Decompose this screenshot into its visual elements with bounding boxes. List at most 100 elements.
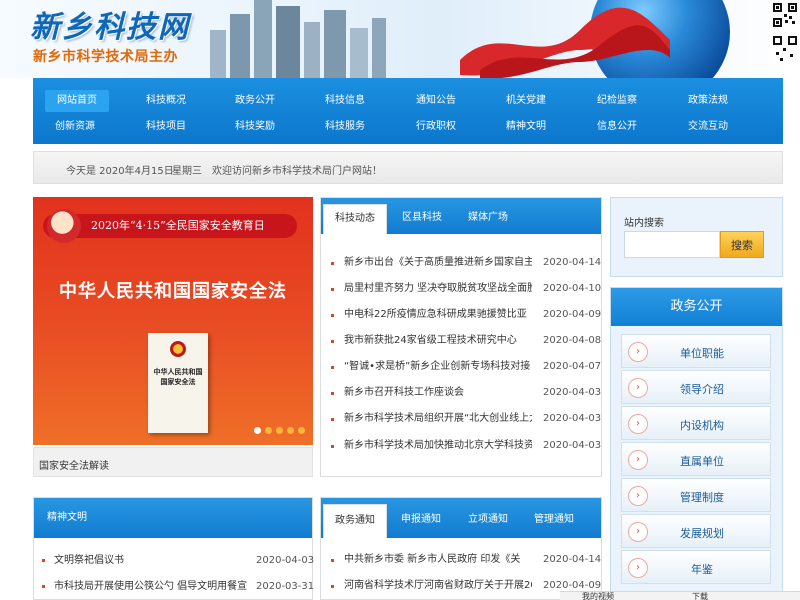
slide-dot[interactable] — [276, 427, 283, 434]
nav-item-policy[interactable]: 政策法规 — [676, 90, 740, 112]
bullet-icon — [331, 365, 334, 369]
slide-dot[interactable] — [265, 427, 272, 434]
nav-item-services[interactable]: 科技服务 — [313, 116, 377, 138]
list-item[interactable]: 局里村里齐努力 坚决夺取脱贫攻坚战全面胜 2020-04-10 — [331, 282, 601, 296]
slide-title: 中华人民共和国国家安全法 — [59, 281, 287, 302]
bullet-icon — [331, 313, 334, 317]
site-search-box: 站内搜索 搜索 — [610, 197, 783, 277]
tab-gov-notice[interactable]: 政务通知 — [323, 504, 387, 538]
list-item[interactable]: “智诚•求是桥”新乡企业创新专场科技对接 2020-04-07 — [331, 360, 601, 374]
gov-menu-item[interactable]: › 年鉴 — [621, 550, 771, 584]
current-date: 今天是 2020年4月15日 — [66, 166, 174, 177]
header-banner: 新乡科技网 新乡市科学技术局主办 — [0, 0, 800, 78]
qr-code-image — [770, 0, 800, 74]
chevron-right-icon: › — [628, 414, 648, 434]
featured-slide[interactable]: 2020年“4·15”全民国家安全教育日 中华人民共和国国家安全法 中华人民共和… — [33, 197, 313, 445]
list-item[interactable]: 新乡市科学技术局组织开展“北大创业线上大 2020-04-03 — [331, 412, 601, 426]
nav-item-awards[interactable]: 科技奖励 — [223, 116, 287, 138]
gov-menu-item[interactable]: › 单位职能 — [621, 334, 771, 368]
chevron-right-icon: › — [628, 558, 648, 578]
site-subtitle: 新乡市科学技术局主办 — [33, 49, 178, 65]
mascot-image — [47, 209, 81, 243]
city-skyline-image — [210, 0, 386, 78]
bullet-icon — [331, 391, 334, 395]
search-input[interactable] — [624, 231, 720, 258]
list-item[interactable]: 河南省科学技术厅河南省财政厅关于开展20 2020-04-09 — [331, 579, 601, 593]
nav-item-admin-power[interactable]: 行政职权 — [404, 116, 468, 138]
tab-media[interactable]: 媒体广场 — [457, 204, 519, 234]
gov-affairs-menu-title[interactable]: 政务公开 — [611, 288, 782, 326]
bullet-icon — [331, 558, 334, 562]
bullet-icon — [331, 444, 334, 448]
slide-dot[interactable] — [298, 427, 305, 434]
bullet-icon — [331, 339, 334, 343]
nav-item-party[interactable]: 机关党建 — [494, 90, 558, 112]
main-nav: 网站首页 科技概况 政务公开 科技信息 通知公告 机关党建 纪检监察 政策法规 … — [33, 78, 783, 144]
my-video-link[interactable]: 我的视频 — [582, 592, 614, 600]
civilization-panel: 精神文明 文明祭祀倡议书 2020-04-03 市科技局开展使用公筷公勺 倡导文明… — [33, 497, 314, 600]
nav-item-discipline[interactable]: 纪检监察 — [585, 90, 649, 112]
nav-item-tech-info[interactable]: 科技信息 — [313, 90, 377, 112]
tab-tech-news[interactable]: 科技动态 — [323, 204, 387, 234]
bullet-icon — [331, 417, 334, 421]
gov-menu-item[interactable]: › 直属单位 — [621, 442, 771, 476]
nav-item-innovation[interactable]: 创新资源 — [43, 116, 107, 138]
bullet-icon — [42, 558, 45, 562]
list-item[interactable]: 新乡市出台《关于高质量推进新乡国家自主创 2020-04-14 — [331, 256, 601, 270]
slide-banner: 2020年“4·15”全民国家安全教育日 — [43, 214, 297, 238]
current-weekday: 星期三 — [172, 166, 202, 177]
page: 新乡科技网 新乡市科学技术局主办 网站首页 科技概况 政务公开 科技信息 通知公… — [0, 0, 800, 600]
tab-county-tech[interactable]: 区县科技 — [391, 204, 453, 234]
list-item[interactable]: 新乡市科学技术局加快推动北京大学科技资源 2020-04-03 — [331, 439, 601, 453]
chevron-right-icon: › — [628, 342, 648, 362]
slide-caption[interactable]: 国家安全法解读 — [33, 447, 313, 477]
list-item[interactable]: 中共新乡市委 新乡市人民政府 印发《关 2020-04-14 — [331, 553, 601, 567]
bullet-icon — [331, 287, 334, 291]
chevron-right-icon: › — [628, 450, 648, 470]
news-panel: 科技动态 区县科技 媒体广场 新乡市出台《关于高质量推进新乡国家自主创 2020-… — [320, 197, 602, 477]
bullet-icon — [331, 261, 334, 265]
gov-menu-item[interactable]: › 内设机构 — [621, 406, 771, 440]
nav-item-home[interactable]: 网站首页 — [45, 90, 109, 112]
slide-dot[interactable] — [287, 427, 294, 434]
nav-item-projects[interactable]: 科技项目 — [134, 116, 198, 138]
nav-item-overview[interactable]: 科技概况 — [134, 90, 198, 112]
download-link[interactable]: 下载 — [692, 592, 708, 600]
bullet-icon — [331, 584, 334, 588]
tab-project-notice[interactable]: 立项通知 — [457, 504, 519, 534]
gov-menu-item[interactable]: › 领导介绍 — [621, 370, 771, 404]
nav-item-interaction[interactable]: 交流互动 — [676, 116, 740, 138]
list-item[interactable]: 中电科22所疫情应急科研成果驰援赞比亚 2020-04-09 — [331, 308, 601, 322]
gov-menu-item[interactable]: › 发展规划 — [621, 514, 771, 548]
chevron-right-icon: › — [628, 486, 648, 506]
nav-item-civilization[interactable]: 精神文明 — [494, 116, 558, 138]
gov-menu-item[interactable]: › 管理制度 — [621, 478, 771, 512]
list-item[interactable]: 市科技局开展使用公筷公勺 倡导文明用餐宣 2020-03-31 — [42, 580, 314, 594]
browser-status-bar: 我的视频 下载 — [560, 591, 800, 600]
book-cover-image: 中华人民共和国国家安全法 — [148, 333, 208, 433]
gov-news-panel: 政务通知 申报通知 立项通知 管理通知 中共新乡市委 新乡市人民政府 印发《关 2… — [320, 497, 602, 600]
date-bar: 今天是 2020年4月15日 星期三 欢迎访问新乡市科学技术局门户网站！ — [33, 151, 783, 184]
search-label: 站内搜索 — [624, 218, 664, 229]
chevron-right-icon: › — [628, 378, 648, 398]
site-logo[interactable]: 新乡科技网 — [30, 2, 190, 46]
list-item[interactable]: 我市新获批24家省级工程技术研究中心 2020-04-08 — [331, 334, 601, 348]
list-item[interactable]: 文明祭祀倡议书 2020-04-03 — [42, 554, 314, 568]
nav-item-gov-affairs[interactable]: 政务公开 — [223, 90, 287, 112]
search-button[interactable]: 搜索 — [720, 231, 764, 258]
civilization-panel-title[interactable]: 精神文明 — [34, 498, 312, 538]
list-item[interactable]: 新乡市召开科技工作座谈会 2020-04-03 — [331, 386, 601, 400]
nav-item-info-disclosure[interactable]: 信息公开 — [585, 116, 649, 138]
nav-item-notices[interactable]: 通知公告 — [404, 90, 468, 112]
gov-affairs-menu: 政务公开 › 单位职能 › 领导介绍 › 内设机构 › 直属单位 › 管理制度 › 发展规划… — [610, 287, 783, 600]
tab-apply-notice[interactable]: 申报通知 — [393, 504, 449, 534]
bullet-icon — [42, 584, 45, 588]
gov-news-tabbar: 政务通知 申报通知 立项通知 管理通知 — [321, 498, 601, 538]
red-ribbon-image — [460, 7, 670, 78]
book-cover-title: 中华人民共和国国家安全法 — [153, 367, 203, 386]
news-tabbar: 科技动态 区县科技 媒体广场 — [321, 198, 601, 234]
national-emblem-icon — [170, 341, 186, 357]
slide-dot[interactable] — [254, 427, 261, 434]
tab-management-notice[interactable]: 管理通知 — [523, 504, 585, 534]
chevron-right-icon: › — [628, 522, 648, 542]
